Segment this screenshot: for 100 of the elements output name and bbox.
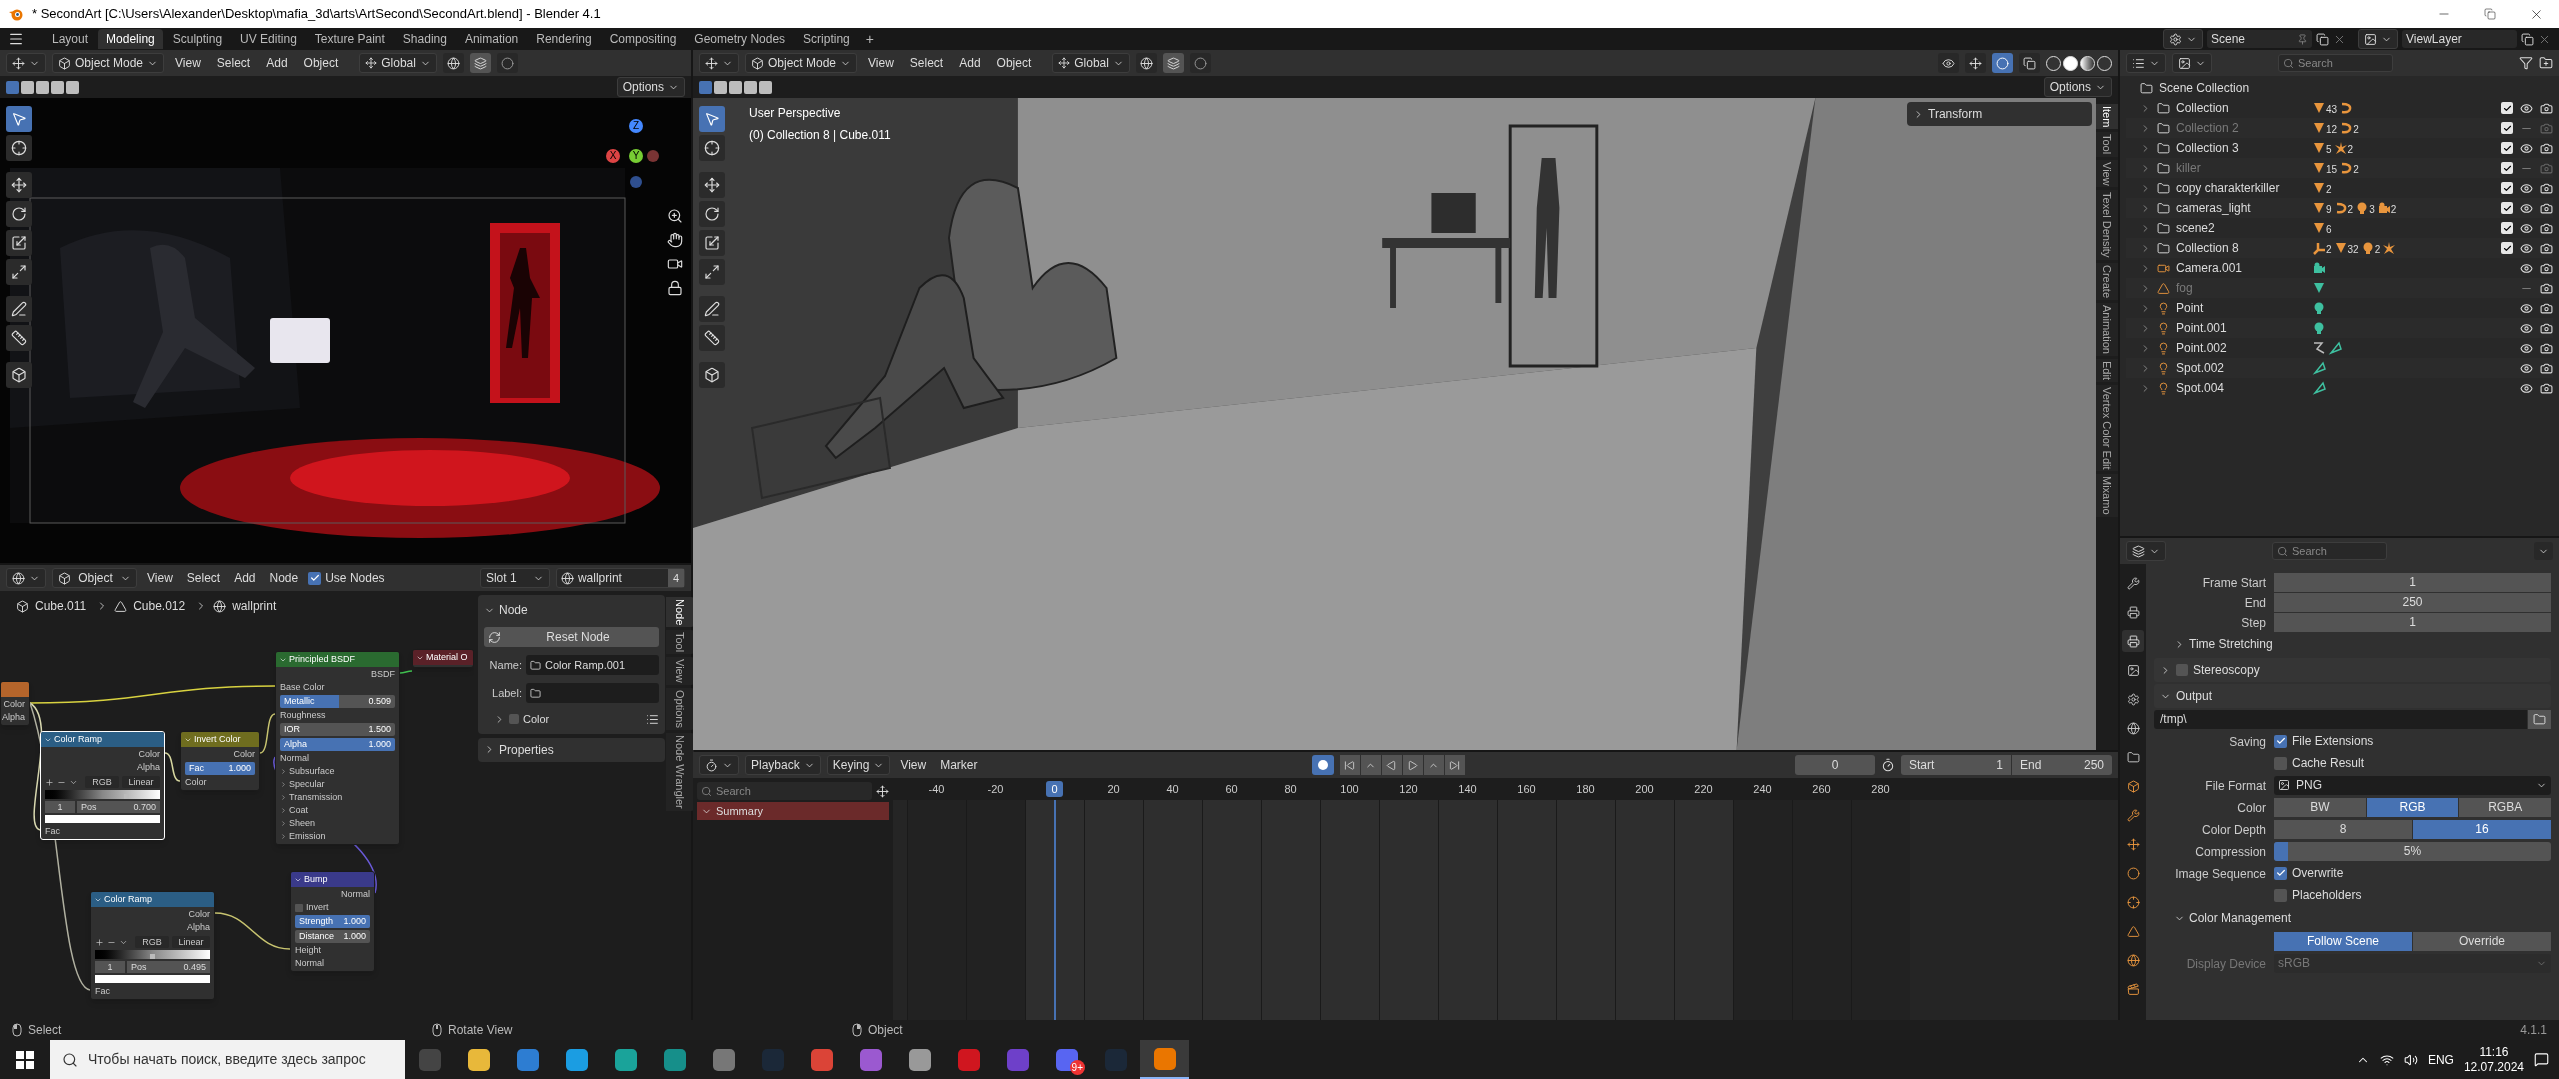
color-checkbox[interactable]: Color (509, 711, 550, 728)
mode-dropdown[interactable]: RGB (85, 776, 119, 788)
shader-node[interactable]: Color Ramp Color Alpha RGB Linear 1 Pos 0.700 Fac (40, 731, 165, 840)
slot-dropdown[interactable]: Slot 1 (479, 568, 550, 588)
menu-item[interactable]: Select (211, 54, 256, 72)
shader-node[interactable]: Bump Normal Invert Strength 1.000 Distance 1.000 Height Normal (290, 871, 375, 972)
segment-button[interactable]: RGB (2366, 797, 2459, 817)
search-field[interactable]: Search (2278, 54, 2393, 72)
menu-item[interactable]: Add (230, 569, 260, 587)
segment-button[interactable]: 16 (2413, 819, 2551, 839)
menu-item[interactable]: Node (265, 569, 303, 587)
checkbox[interactable]: Overwrite (2274, 864, 2344, 882)
reset-node-button[interactable]: Reset Node (484, 627, 659, 647)
menu-item[interactable]: Object (991, 54, 1037, 72)
checkbox[interactable]: File Extensions (2274, 732, 2374, 750)
channel-row[interactable]: Summary (697, 802, 889, 820)
menu-item[interactable]: Add (261, 54, 293, 72)
interpolation-dropdown[interactable]: Linear (172, 936, 210, 948)
number-field[interactable]: Distance 1.000 (295, 930, 370, 943)
add-workspace-button[interactable]: + (859, 28, 880, 50)
options-dropdown[interactable]: Options (2043, 77, 2112, 97)
segment-button[interactable]: 8 (2274, 819, 2412, 839)
checkbox[interactable]: Placeholders (2274, 886, 2362, 904)
properties-panel-header[interactable]: Properties (478, 737, 665, 762)
workspace-tab[interactable]: Geometry Nodes (686, 29, 794, 49)
workspace-tab[interactable]: Shading (394, 29, 455, 49)
workspace-tab[interactable]: Sculpting (164, 29, 231, 49)
menu-item[interactable]: Select (904, 54, 949, 72)
subpanel-header[interactable]: Color Management (2154, 906, 2551, 930)
segment-button[interactable]: Follow Scene (2274, 931, 2412, 951)
outliner-item: Collection (2176, 100, 2230, 117)
menu-item[interactable]: Marker (936, 756, 982, 774)
search-field[interactable]: Search (2272, 542, 2387, 560)
taskbar-app[interactable]: 9+ (1042, 1040, 1091, 1079)
scene-field[interactable]: Scene (2207, 30, 2312, 48)
checkbox[interactable]: Cache Result (2274, 754, 2365, 772)
select-dropdown[interactable]: PNG (2274, 775, 2551, 795)
mode-dropdown[interactable]: Object Mode (52, 53, 165, 73)
menu-dropdown[interactable]: Keying (826, 755, 891, 775)
menu-item[interactable]: View (896, 756, 931, 774)
outliner-item: scene2 (2176, 220, 2216, 237)
count-label: 2 (2353, 165, 2359, 175)
panel-header[interactable]: Output (2154, 684, 2551, 708)
workspace-tab[interactable]: Layout (44, 29, 97, 49)
name-field[interactable]: Color Ramp.001 (526, 655, 659, 675)
value-slider[interactable]: Metallic 0.509 (280, 695, 395, 708)
menu-item[interactable]: Object (298, 54, 344, 72)
transform-panel-header[interactable]: Transform (1907, 102, 2092, 126)
position-field[interactable]: Pos 0.495 (127, 961, 210, 973)
mode-dropdown[interactable]: RGB (135, 936, 169, 948)
count-label: 5 (2326, 145, 2332, 155)
position-field[interactable]: Pos 0.700 (77, 801, 160, 813)
view-layer-field[interactable]: ViewLayer (2402, 30, 2517, 48)
menu-item[interactable]: Add (954, 54, 986, 72)
shader-node[interactable]: Principled BSDF BSDF Base Color Metallic 0.509 Roughness IOR 1.500 Alpha 1.000 Normal Subsurface Specular Transmission Coat Sheen Emission (275, 651, 400, 845)
menu-item[interactable]: View (170, 54, 206, 72)
menu-dropdown[interactable]: Playback (745, 755, 821, 775)
workspace-tab[interactable]: Rendering (528, 29, 600, 49)
number-field[interactable]: IOR 1.500 (280, 723, 395, 736)
subpanel-header[interactable]: Time Stretching (2154, 632, 2551, 656)
menu-item[interactable]: View (143, 569, 177, 587)
workspace-tab[interactable]: Compositing (601, 29, 685, 49)
options-dropdown[interactable]: Options (616, 77, 685, 97)
orientation-dropdown[interactable]: Global (1052, 53, 1130, 73)
shader-type-dropdown[interactable]: Object (52, 568, 137, 588)
value-slider[interactable]: 5% (2274, 841, 2551, 861)
mode-dropdown[interactable]: Object Mode (745, 53, 858, 73)
panel-header[interactable]: Stereoscopy (2154, 658, 2551, 682)
workspace-tab[interactable]: UV Editing (232, 29, 305, 49)
view-name: User Perspective (749, 105, 842, 122)
use-nodes-checkbox[interactable]: Use Nodes (308, 569, 385, 587)
shader-node[interactable]: Color Alpha (0, 681, 30, 726)
search-field[interactable]: Search (697, 782, 872, 800)
segment-button[interactable]: RGBA (2459, 797, 2551, 817)
shader-node[interactable]: Color Ramp Color Alpha RGB Linear 1 Pos 0.495 Fac (90, 891, 215, 1000)
count-label: 32 (2347, 245, 2359, 255)
value-slider[interactable]: Alpha 1.000 (280, 738, 395, 751)
interpolation-dropdown[interactable]: Linear (122, 776, 160, 788)
outliner-item: Point (2176, 300, 2205, 317)
segment-button[interactable]: BW (2274, 797, 2366, 817)
value-slider[interactable]: Fac 1.000 (185, 762, 255, 775)
workspace-tab[interactable]: Texture Paint (306, 29, 393, 49)
menu-item[interactable]: Select (182, 569, 225, 587)
shader-node[interactable]: Invert Color Color Fac 1.000 Color (180, 731, 260, 791)
segment-button[interactable]: Override (2413, 931, 2551, 951)
menu-item[interactable]: View (863, 54, 899, 72)
search-field[interactable]: Чтобы начать поиск, введите здесь запрос (50, 1040, 405, 1079)
end-field[interactable]: End 250 (2012, 755, 2112, 775)
workspace-tab[interactable]: Modeling (98, 29, 163, 49)
shader-node[interactable]: Material O (412, 649, 474, 668)
workspace-tab[interactable]: Animation (456, 29, 527, 49)
property-label: Compression (2195, 845, 2266, 859)
property-label: Frame Start (2202, 576, 2266, 590)
value-slider[interactable]: Strength 1.000 (295, 915, 370, 928)
socket-label: Color (185, 776, 207, 789)
workspace-tab[interactable]: Scripting (795, 29, 858, 49)
frame-tick: -40 (928, 781, 945, 797)
start-field[interactable]: Start 1 (1901, 755, 2011, 775)
orientation-dropdown[interactable]: Global (359, 53, 437, 73)
socket-label: Roughness (280, 709, 326, 722)
